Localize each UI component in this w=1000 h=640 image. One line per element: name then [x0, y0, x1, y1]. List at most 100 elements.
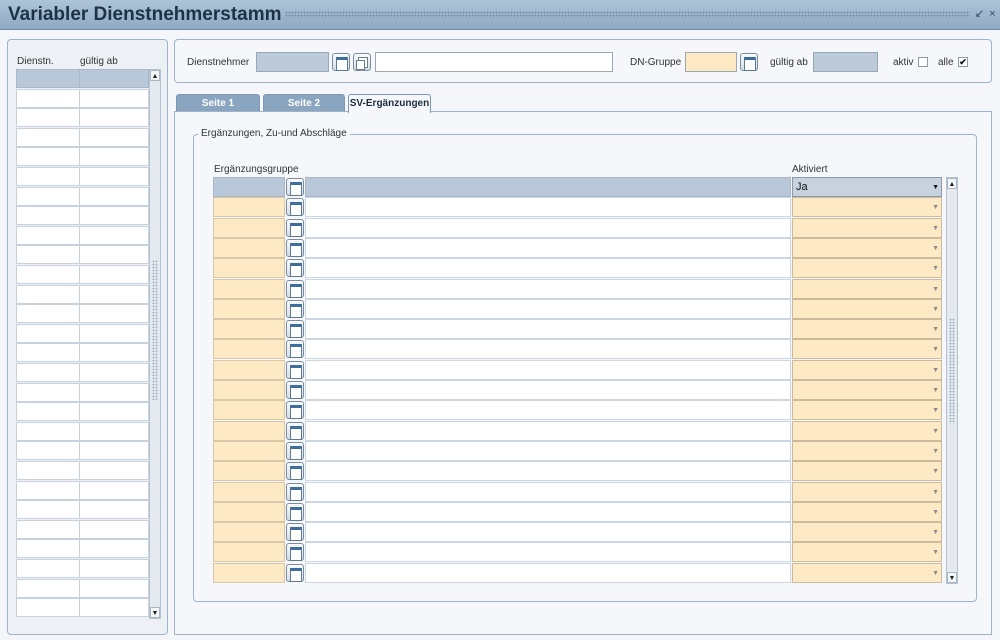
- gueltig-ab-cell[interactable]: [79, 206, 149, 226]
- lookup-icon[interactable]: [286, 563, 304, 582]
- dienstn-cell[interactable]: [16, 382, 80, 402]
- aktiviert-select[interactable]: ▼: [792, 522, 942, 543]
- chevron-down-icon[interactable]: ▼: [932, 204, 939, 211]
- dienstnehmer-lookup-icon[interactable]: [332, 53, 350, 71]
- close-icon[interactable]: ×: [987, 8, 998, 20]
- ergaenzungsgruppe-code-field[interactable]: [213, 420, 285, 441]
- list-item[interactable]: [16, 500, 149, 520]
- scroll-down-icon[interactable]: ▼: [947, 572, 957, 583]
- lookup-icon[interactable]: [286, 198, 304, 217]
- dienstn-cell[interactable]: [16, 578, 80, 598]
- list-item[interactable]: [16, 127, 149, 147]
- tab-seite-1[interactable]: Seite 1: [176, 94, 260, 112]
- table-row[interactable]: ▼: [213, 217, 943, 238]
- gueltig-ab-cell[interactable]: [79, 382, 149, 402]
- ergaenzungsgruppe-description-field[interactable]: [305, 501, 791, 522]
- gueltig-ab-cell[interactable]: [79, 519, 149, 539]
- list-item[interactable]: [16, 186, 149, 206]
- ergaenzungsgruppe-description-field[interactable]: [305, 177, 791, 197]
- ergaenzungsgruppe-description-field[interactable]: [305, 217, 791, 238]
- lookup-icon[interactable]: [286, 421, 304, 440]
- dienstn-cell[interactable]: [16, 559, 80, 578]
- gueltig-ab-cell[interactable]: [79, 147, 149, 167]
- table-row[interactable]: ▼: [213, 298, 943, 319]
- gueltig-ab-cell[interactable]: [79, 265, 149, 284]
- gueltig-ab-cell[interactable]: [79, 284, 149, 304]
- ergaenzungsgruppe-description-field[interactable]: [305, 400, 791, 421]
- ergaenzungsgruppe-code-field[interactable]: [213, 298, 285, 319]
- gueltig-ab-cell[interactable]: [79, 421, 149, 441]
- gueltig-ab-cell[interactable]: [79, 500, 149, 520]
- tab-seite-2[interactable]: Seite 2: [263, 94, 345, 112]
- scroll-grip[interactable]: [152, 260, 158, 400]
- ergaenzungsgruppe-code-field[interactable]: [213, 400, 285, 421]
- gueltig-ab-cell[interactable]: [79, 167, 149, 186]
- alle-checkbox[interactable]: ✔: [958, 57, 968, 67]
- chevron-down-icon[interactable]: ▼: [932, 468, 939, 475]
- gueltig-ab-cell[interactable]: [79, 441, 149, 461]
- chevron-down-icon[interactable]: ▼: [932, 448, 939, 455]
- dienstn-cell[interactable]: [16, 539, 80, 559]
- aktiviert-select[interactable]: ▼: [792, 562, 942, 583]
- table-row[interactable]: ▼: [213, 562, 943, 583]
- aktiviert-select[interactable]: ▼: [792, 278, 942, 299]
- dienstnehmer-name-field[interactable]: [375, 52, 613, 72]
- dienstn-cell[interactable]: [16, 598, 80, 618]
- gueltig-ab-cell[interactable]: [79, 578, 149, 598]
- chevron-down-icon[interactable]: ▼: [932, 509, 939, 516]
- lookup-icon[interactable]: [286, 523, 304, 542]
- ergaenzungsgruppe-description-field[interactable]: [305, 542, 791, 563]
- dienstn-cell[interactable]: [16, 480, 80, 500]
- scroll-grip[interactable]: [949, 318, 955, 423]
- chevron-down-icon[interactable]: ▼: [932, 306, 939, 313]
- chevron-down-icon[interactable]: ▼: [932, 529, 939, 536]
- list-item[interactable]: [16, 69, 149, 88]
- ergaenzungsgruppe-description-field[interactable]: [305, 359, 791, 380]
- aktiviert-select[interactable]: ▼: [792, 481, 942, 502]
- lookup-icon[interactable]: [286, 320, 304, 339]
- list-item[interactable]: [16, 265, 149, 284]
- chevron-down-icon[interactable]: ▼: [932, 367, 939, 374]
- list-item[interactable]: [16, 323, 149, 343]
- ergaenzungsgruppe-description-field[interactable]: [305, 440, 791, 461]
- gueltig-ab-cell[interactable]: [79, 245, 149, 265]
- lookup-icon[interactable]: [286, 543, 304, 562]
- dienstn-cell[interactable]: [16, 167, 80, 186]
- list-item[interactable]: [16, 441, 149, 461]
- ergaenzungsgruppe-code-field[interactable]: [213, 562, 285, 583]
- ergaenzungsgruppe-code-field[interactable]: [213, 501, 285, 522]
- ergaenzungsgruppe-description-field[interactable]: [305, 319, 791, 340]
- dienstn-cell[interactable]: [16, 519, 80, 539]
- scroll-up-icon[interactable]: ▲: [947, 178, 957, 189]
- lookup-icon[interactable]: [286, 218, 304, 237]
- table-row[interactable]: ▼: [213, 501, 943, 522]
- dienstnehmer-number-field[interactable]: [256, 52, 329, 72]
- list-item[interactable]: [16, 245, 149, 265]
- list-item[interactable]: [16, 343, 149, 363]
- list-item[interactable]: [16, 559, 149, 578]
- list-item[interactable]: [16, 539, 149, 559]
- ergaenzungsgruppe-code-field[interactable]: [213, 542, 285, 563]
- dienstn-cell[interactable]: [16, 69, 80, 88]
- dienstn-cell[interactable]: [16, 284, 80, 304]
- gueltig-ab-cell[interactable]: [79, 480, 149, 500]
- ergaenzungsgruppe-code-field[interactable]: [213, 461, 285, 482]
- dienstn-cell[interactable]: [16, 88, 80, 108]
- gueltig-ab-cell[interactable]: [79, 402, 149, 422]
- chevron-down-icon[interactable]: ▼: [932, 387, 939, 394]
- ergaenzungsgruppe-code-field[interactable]: [213, 278, 285, 299]
- ergaenzungsgruppe-code-field[interactable]: [213, 319, 285, 340]
- gueltig-ab-cell[interactable]: [79, 363, 149, 382]
- lookup-icon[interactable]: [286, 279, 304, 298]
- aktiviert-select[interactable]: ▼: [792, 420, 942, 441]
- dienstn-cell[interactable]: [16, 461, 80, 480]
- lookup-icon[interactable]: [286, 259, 304, 278]
- ergaenzungsgruppe-code-field[interactable]: [213, 440, 285, 461]
- table-row[interactable]: ▼: [213, 542, 943, 563]
- list-item[interactable]: [16, 363, 149, 382]
- aktiv-checkbox[interactable]: [918, 57, 928, 67]
- chevron-down-icon[interactable]: ▼: [932, 549, 939, 556]
- dienstn-cell[interactable]: [16, 323, 80, 343]
- ergaenzungsgruppe-code-field[interactable]: [213, 339, 285, 360]
- ergaenzungsgruppe-description-field[interactable]: [305, 481, 791, 502]
